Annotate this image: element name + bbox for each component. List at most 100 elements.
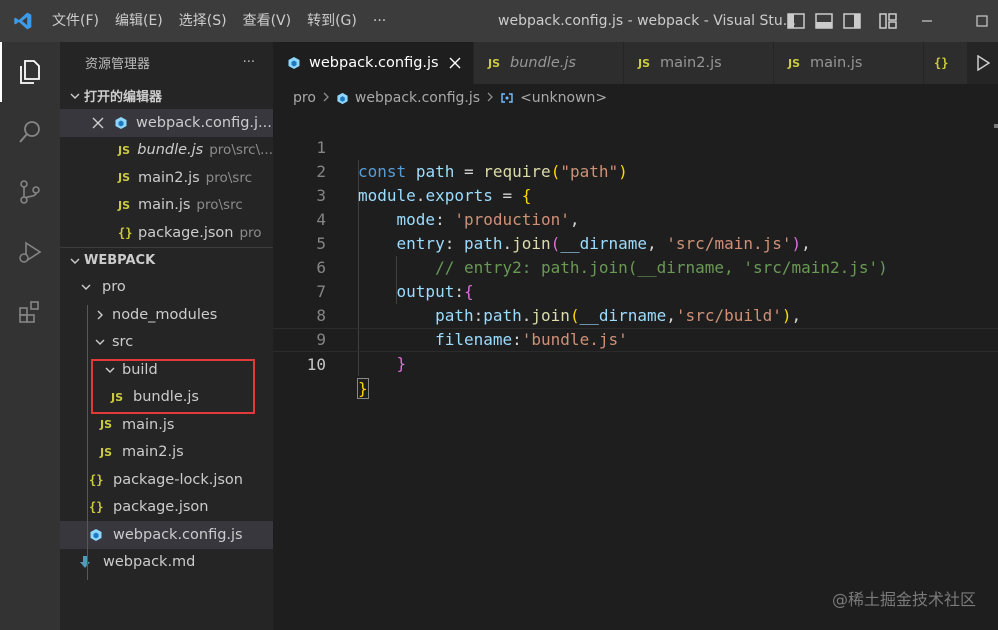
open-editor-name: bundle.js bbox=[137, 142, 204, 159]
open-editors-section[interactable]: 打开的编辑器 bbox=[60, 82, 273, 109]
js-file-icon: JS bbox=[111, 390, 124, 404]
chevron-down-icon bbox=[100, 365, 120, 375]
tree-file-bundle[interactable]: JS bundle.js bbox=[60, 384, 273, 412]
maximize-button[interactable] bbox=[966, 0, 998, 42]
minimap-marker bbox=[994, 124, 998, 128]
code-line: 5 // entry2: path.join(__dirname, 'src/m… bbox=[273, 208, 998, 277]
js-file-icon: JS bbox=[100, 445, 113, 459]
menu-go[interactable]: 转到(G) bbox=[299, 0, 365, 42]
close-icon[interactable] bbox=[449, 54, 461, 73]
open-editor-item[interactable]: JS main2.js pro\src bbox=[60, 164, 273, 192]
close-icon[interactable] bbox=[92, 117, 114, 129]
tree-folder-build[interactable]: build bbox=[60, 356, 273, 384]
js-file-icon: JS bbox=[638, 56, 651, 70]
editor-tabs: webpack.config.js JS bundle.js JS main2.… bbox=[273, 42, 998, 84]
js-file-icon: JS bbox=[788, 56, 801, 70]
tree-file-main[interactable]: JS main.js bbox=[60, 411, 273, 439]
tree-label: pro bbox=[102, 279, 126, 296]
tree-label: webpack.config.js bbox=[113, 526, 243, 543]
chevron-down-icon bbox=[76, 282, 96, 292]
chevron-right-icon bbox=[322, 90, 330, 106]
breadcrumb-folder[interactable]: pro bbox=[293, 90, 316, 106]
code-line: 8 filename:'bundle.js' bbox=[273, 280, 998, 349]
markdown-icon bbox=[79, 555, 103, 569]
tab-label: webpack.config.js bbox=[309, 55, 439, 71]
explorer-icon[interactable] bbox=[0, 42, 60, 102]
tree-label: node_modules bbox=[112, 306, 218, 323]
line-number: 10 bbox=[306, 355, 326, 374]
minimize-button[interactable] bbox=[904, 0, 950, 42]
tab-label: bundle.js bbox=[510, 55, 576, 71]
tab-label: main2.js bbox=[660, 55, 722, 71]
tab-webpack-config[interactable]: webpack.config.js bbox=[273, 42, 474, 84]
code-line: 9 } bbox=[273, 304, 998, 373]
tree-folder-src[interactable]: src bbox=[60, 329, 273, 357]
menu-selection[interactable]: 选择(S) bbox=[171, 0, 235, 42]
tree-folder-node-modules[interactable]: node_modules bbox=[60, 301, 273, 329]
menu-file[interactable]: 文件(F) bbox=[46, 0, 107, 42]
source-control-icon[interactable] bbox=[0, 162, 60, 222]
tree-label: webpack.md bbox=[103, 554, 196, 571]
code-line: 2 module.exports = { bbox=[273, 136, 998, 205]
code-line-current: 10 } bbox=[273, 328, 998, 399]
breadcrumb-file[interactable]: webpack.config.js bbox=[355, 90, 480, 106]
explorer-more-button[interactable]: ··· bbox=[243, 55, 255, 70]
open-editor-path: pro\src\... bbox=[209, 142, 273, 159]
open-editor-item[interactable]: JS main.js pro\src bbox=[60, 192, 273, 220]
code-line: 4 entry: path.join(__dirname, 'src/main.… bbox=[273, 184, 998, 253]
tree-label: package.json bbox=[113, 499, 209, 516]
tab-json[interactable]: {} bbox=[924, 42, 968, 84]
chevron-down-icon bbox=[66, 91, 84, 101]
chevron-right-icon bbox=[90, 310, 110, 320]
window-title: webpack.config.js - webpack - Visual Stu… bbox=[498, 13, 797, 29]
toggle-primary-sidebar-icon[interactable] bbox=[786, 11, 806, 31]
activity-bar bbox=[0, 42, 60, 630]
open-editor-path: pro bbox=[239, 224, 262, 241]
menu-more[interactable]: ··· bbox=[365, 0, 394, 42]
run-debug-icon[interactable] bbox=[0, 222, 60, 282]
vscode-logo-icon bbox=[0, 0, 46, 42]
title-bar: 文件(F) 编辑(E) 选择(S) 查看(V) 转到(G) ··· webpac… bbox=[0, 0, 998, 42]
tab-main2[interactable]: JS main2.js bbox=[624, 42, 774, 84]
toggle-secondary-sidebar-icon[interactable] bbox=[842, 11, 862, 31]
js-file-icon: JS bbox=[118, 198, 131, 212]
json-file-icon: {} bbox=[934, 56, 949, 70]
open-editor-item[interactable]: webpack.config.j... bbox=[60, 109, 273, 137]
tab-main[interactable]: JS main.js bbox=[774, 42, 924, 84]
chevron-right-icon bbox=[486, 90, 494, 106]
js-file-icon: JS bbox=[488, 56, 501, 70]
tree-label: main2.js bbox=[122, 444, 184, 461]
tree-folder-pro[interactable]: pro bbox=[60, 274, 273, 302]
menu-edit[interactable]: 编辑(E) bbox=[107, 0, 171, 42]
open-editor-item[interactable]: {} package.json pro bbox=[60, 219, 273, 247]
breadcrumb-symbol[interactable]: <unknown> bbox=[520, 90, 607, 106]
tree-file-webpack-config[interactable]: webpack.config.js bbox=[60, 521, 273, 549]
open-editors-label: 打开的编辑器 bbox=[84, 90, 163, 105]
code-line: 6 output:{ bbox=[273, 232, 998, 301]
webpack-icon bbox=[287, 56, 301, 70]
tab-label: main.js bbox=[810, 55, 863, 71]
open-editor-name: main2.js bbox=[138, 169, 200, 186]
tree-label: src bbox=[112, 334, 134, 351]
tree-label: package-lock.json bbox=[113, 471, 243, 488]
tree-file-package[interactable]: {} package.json bbox=[60, 494, 273, 522]
menu-bar: 文件(F) 编辑(E) 选择(S) 查看(V) 转到(G) ··· bbox=[46, 0, 394, 42]
tab-bundle[interactable]: JS bundle.js bbox=[474, 42, 624, 84]
search-icon[interactable] bbox=[0, 102, 60, 162]
extensions-icon[interactable] bbox=[0, 282, 60, 342]
tree-file-package-lock[interactable]: {} package-lock.json bbox=[60, 466, 273, 494]
toggle-panel-icon[interactable] bbox=[814, 11, 834, 31]
customize-layout-icon[interactable] bbox=[878, 11, 898, 31]
js-file-icon: JS bbox=[100, 418, 113, 432]
tree-file-webpack-md[interactable]: webpack.md bbox=[60, 549, 273, 577]
menu-view[interactable]: 查看(V) bbox=[235, 0, 300, 42]
code-editor[interactable]: 1 const path = require("path") 2 module.… bbox=[273, 112, 998, 630]
run-button[interactable] bbox=[968, 42, 998, 84]
open-editor-name: main.js bbox=[138, 197, 191, 214]
tree-file-main2[interactable]: JS main2.js bbox=[60, 439, 273, 467]
code-line: 3 mode: 'production', bbox=[273, 160, 998, 229]
open-editor-path: pro\src bbox=[205, 169, 252, 186]
open-editor-item[interactable]: JS bundle.js pro\src\... bbox=[60, 137, 273, 165]
workspace-section[interactable]: WEBPACK bbox=[60, 246, 273, 274]
webpack-icon bbox=[114, 116, 136, 130]
